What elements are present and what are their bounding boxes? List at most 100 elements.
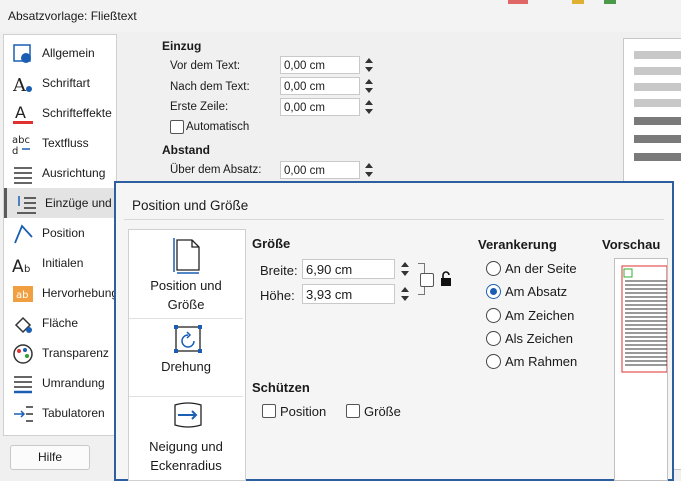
after-text-field[interactable]: 0,00 cm — [280, 77, 360, 95]
after-text-stepper[interactable] — [362, 77, 376, 95]
svg-text:A: A — [12, 75, 27, 95]
anchor-character-label: Am Zeichen — [505, 308, 575, 323]
height-label: Höhe: — [260, 288, 295, 303]
anchor-character-radio[interactable] — [486, 308, 501, 323]
tab-slant-corner-radius[interactable]: Neigung und Eckenradius — [129, 396, 243, 481]
sidebar-item-font-effects[interactable]: A Schrifteffekte — [4, 98, 116, 128]
slant-icon — [174, 402, 202, 428]
font-icon: A — [12, 75, 32, 95]
sidebar-item-initials[interactable]: Ab Initialen — [4, 248, 116, 278]
sidebar-item-label: Ausrichtung — [42, 166, 106, 180]
protect-heading: Schützen — [252, 380, 310, 395]
title-bar: Absatzvorlage: Fließtext — [0, 0, 681, 32]
top-color-swatch-green — [604, 0, 616, 4]
sidebar-item-font[interactable]: A Schriftart — [4, 68, 116, 98]
anchor-as-character-label: Als Zeichen — [505, 331, 573, 346]
sidebar-item-label: Allgemein — [42, 46, 95, 60]
sidebar-item-label: Textfluss — [42, 136, 89, 150]
alignment-icon — [14, 167, 32, 184]
sidebar-item-label: Einzüge und A — [45, 196, 123, 210]
tab-rotation[interactable]: Drehung — [129, 318, 243, 391]
tab-position-size-label-1: Position und — [150, 278, 222, 293]
anchor-frame-label: Am Rahmen — [505, 354, 578, 369]
dialog-title: Position und Größe — [132, 198, 249, 213]
svg-text:A: A — [15, 103, 26, 122]
window-title: Absatzvorlage: Fließtext — [8, 9, 137, 23]
protect-position-label: Position — [280, 404, 327, 419]
first-line-label: Erste Zeile: — [170, 101, 229, 113]
height-stepper[interactable] — [398, 285, 412, 303]
height-field[interactable]: 3,93 cm — [302, 284, 395, 304]
anchor-frame-radio[interactable] — [486, 354, 501, 369]
sidebar-item-label: Fläche — [42, 316, 79, 330]
transparency-icon — [13, 344, 33, 364]
sidebar-item-borders[interactable]: Umrandung — [4, 368, 116, 398]
font-effects-icon: A — [13, 103, 33, 124]
before-text-stepper[interactable] — [362, 56, 376, 74]
help-button[interactable]: Hilfe — [10, 445, 90, 470]
sidebar-item-label: Umrandung — [42, 376, 105, 390]
automatic-checkbox[interactable] — [170, 120, 184, 134]
first-line-field[interactable]: 0,00 cm — [280, 98, 360, 116]
tab-slant-label-2: Eckenradius — [150, 458, 222, 473]
borders-icon — [14, 376, 32, 394]
sidebar-item-label: Initialen — [42, 256, 84, 270]
above-paragraph-stepper[interactable] — [362, 161, 376, 179]
sidebar-item-alignment[interactable]: Ausrichtung — [4, 158, 116, 188]
above-paragraph-field[interactable]: 0,00 cm — [280, 161, 360, 179]
svg-text:ab: ab — [16, 290, 28, 301]
tab-rotation-label: Drehung — [161, 359, 211, 374]
tab-position-size[interactable]: Position und Größe — [129, 234, 243, 316]
spacing-heading: Abstand — [162, 143, 210, 157]
indent-heading: Einzug — [162, 39, 202, 53]
width-label: Breite: — [260, 263, 298, 278]
sidebar-item-label: Schrifteffekte — [42, 106, 112, 120]
anchor-paragraph-radio[interactable] — [486, 284, 501, 299]
sidebar-item-label: Hervorhebung — [42, 286, 119, 300]
sidebar-item-label: Schriftart — [42, 76, 91, 90]
dialog-title-separator — [124, 219, 664, 220]
after-text-label: Nach dem Text: — [170, 81, 250, 93]
anchor-page-radio[interactable] — [486, 261, 501, 276]
svg-text:abc: abc — [12, 135, 30, 146]
size-heading: Größe — [252, 236, 291, 251]
sidebar-item-highlight[interactable]: ab Hervorhebung — [4, 278, 119, 308]
sidebar-item-general[interactable]: Allgemein — [4, 38, 116, 68]
top-color-swatch-red — [508, 0, 528, 4]
anchor-page-label: An der Seite — [505, 261, 577, 276]
anchor-heading: Verankerung — [478, 237, 557, 252]
tab-position-size-label-2: Größe — [167, 297, 205, 312]
sidebar-item-label: Tabulatoren — [42, 406, 105, 420]
first-line-stepper[interactable] — [362, 98, 376, 116]
keep-ratio-checkbox[interactable] — [420, 273, 434, 287]
sidebar-item-label: Transparenz — [42, 346, 109, 360]
preview-graphic — [621, 265, 667, 373]
anchor-paragraph-label: Am Absatz — [505, 284, 568, 299]
sidebar-item-indents[interactable]: Einzüge und A — [4, 188, 123, 218]
sidebar-item-tabs[interactable]: Tabulatoren — [4, 398, 116, 428]
width-field[interactable]: 6,90 cm — [302, 259, 395, 279]
unlock-icon — [441, 271, 451, 286]
sidebar-item-transparency[interactable]: Transparenz — [4, 338, 116, 368]
top-color-swatch-yellow — [572, 0, 584, 4]
protect-size-checkbox[interactable] — [346, 404, 360, 418]
position-preview — [614, 258, 668, 481]
sidebar-item-position[interactable]: Position — [4, 218, 116, 248]
page-size-icon — [173, 238, 200, 274]
protect-size-label: Größe — [364, 404, 401, 419]
tabs-icon — [14, 406, 33, 422]
preview-heading: Vorschau — [602, 237, 661, 252]
before-text-field[interactable]: 0,00 cm — [280, 56, 360, 74]
width-stepper[interactable] — [398, 260, 412, 278]
dialog-sidebar: Position und Größe Drehung Neigung und E… — [128, 229, 246, 481]
protect-position-checkbox[interactable] — [262, 404, 276, 418]
anchor-as-character-radio[interactable] — [486, 331, 501, 346]
initials-icon: Ab — [12, 257, 30, 275]
rotation-icon — [174, 325, 202, 353]
sidebar-item-label: Position — [42, 226, 85, 240]
sidebar-item-area[interactable]: Fläche — [4, 308, 116, 338]
position-icon — [14, 224, 33, 244]
before-text-label: Vor dem Text: — [170, 60, 241, 72]
indents-icon — [17, 196, 36, 214]
sidebar-item-text-flow[interactable]: abc d Textfluss — [4, 128, 116, 158]
